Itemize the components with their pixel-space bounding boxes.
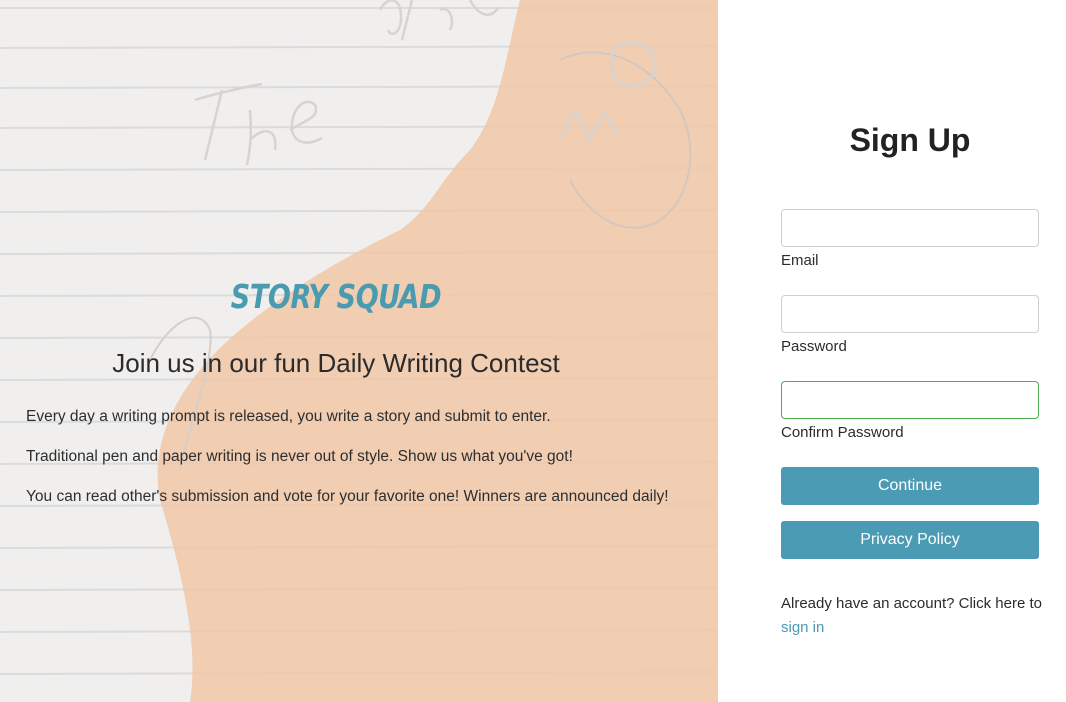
hero-tagline: Join us in our fun Daily Writing Contest (112, 348, 560, 378)
signup-title: Sign Up (849, 122, 971, 158)
confirm-password-field-group: Confirm Password (781, 381, 1039, 441)
password-field-group: Password (781, 295, 1039, 355)
confirm-password-input[interactable] (781, 381, 1039, 419)
hero-paragraph: Traditional pen and paper writing is nev… (26, 448, 573, 465)
hero-paragraph: Every day a writing prompt is released, … (26, 408, 551, 425)
password-input[interactable] (781, 295, 1039, 333)
email-input[interactable] (781, 209, 1039, 247)
hero-panel: Story Squad Join us in our fun Daily Wri… (0, 0, 718, 702)
signup-panel: Sign Up Email Password Confirm Password … (718, 0, 1066, 702)
hero-paragraph: You can read other's submission and vote… (26, 488, 669, 505)
sign-in-link[interactable]: sign in (781, 619, 824, 636)
confirm-password-label: Confirm Password (781, 424, 904, 441)
hero-content: Story Squad Join us in our fun Daily Wri… (0, 0, 718, 702)
continue-button[interactable]: Continue (781, 467, 1039, 505)
email-label: Email (781, 252, 819, 269)
brand-logo: Story Squad (230, 277, 442, 316)
email-field-group: Email (781, 209, 1039, 269)
signin-prompt: Already have an account? Click here to s… (781, 592, 1051, 640)
signin-prompt-text: Already have an account? Click here to (781, 595, 1042, 612)
password-label: Password (781, 338, 847, 355)
privacy-policy-button[interactable]: Privacy Policy (781, 521, 1039, 559)
